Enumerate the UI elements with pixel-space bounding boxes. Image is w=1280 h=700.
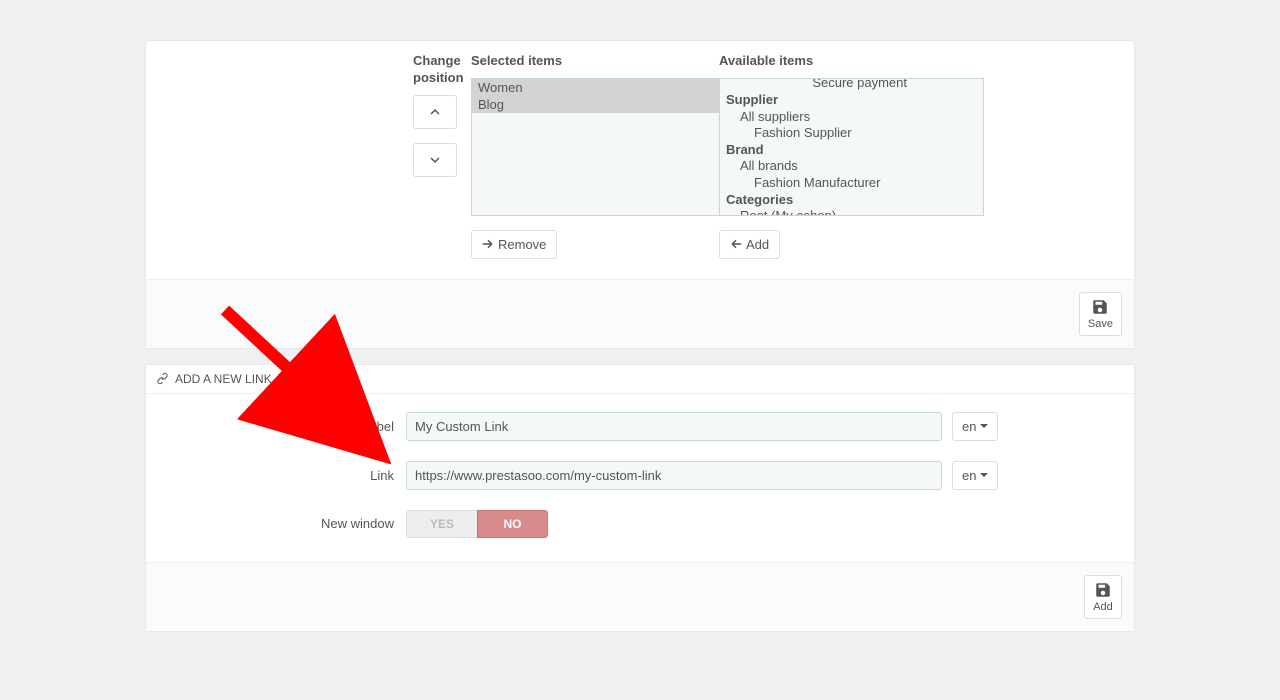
move-up-button[interactable]: [413, 95, 457, 129]
panel-footer: Add: [146, 562, 1134, 631]
available-items-header: Available items: [719, 53, 984, 70]
list-item[interactable]: All brands: [726, 158, 977, 175]
add-new-link-panel: ADD A NEW LINK Label en Link en New wind: [145, 364, 1135, 632]
available-items-list[interactable]: Secure payment Supplier All suppliers Fa…: [719, 78, 984, 216]
list-item[interactable]: Fashion Supplier: [726, 125, 977, 142]
label-field-label: Label: [166, 419, 406, 434]
panel-header: ADD A NEW LINK: [146, 365, 1134, 394]
list-item[interactable]: Secure payment: [726, 78, 977, 92]
list-item[interactable]: Supplier: [726, 91, 977, 108]
list-item[interactable]: Fashion Manufacturer: [726, 174, 977, 191]
save-icon: [1091, 298, 1109, 316]
list-item[interactable]: All suppliers: [726, 108, 977, 125]
label-language-dropdown[interactable]: en: [952, 412, 998, 441]
save-icon: [1094, 581, 1112, 599]
caret-down-icon: [980, 424, 988, 428]
link-language-dropdown[interactable]: en: [952, 461, 998, 490]
remove-button[interactable]: Remove: [471, 230, 557, 259]
move-down-button[interactable]: [413, 143, 457, 177]
panel-footer: Save: [146, 279, 1134, 348]
selected-items-header: Selected items: [471, 53, 719, 70]
save-button[interactable]: Save: [1079, 292, 1122, 336]
toggle-no[interactable]: NO: [477, 510, 548, 538]
list-item[interactable]: Categories: [726, 191, 977, 208]
link-field-label: Link: [166, 468, 406, 483]
list-item[interactable]: Root (My eshop): [726, 208, 977, 216]
selected-items-list[interactable]: Women Blog: [471, 78, 719, 216]
label-input[interactable]: [406, 412, 942, 441]
caret-down-icon: [980, 473, 988, 477]
add-button[interactable]: Add: [719, 230, 780, 259]
list-item[interactable]: Brand: [726, 141, 977, 158]
arrow-left-icon: [730, 238, 742, 250]
chevron-up-icon: [429, 106, 441, 118]
link-input[interactable]: [406, 461, 942, 490]
list-item[interactable]: Blog: [472, 96, 719, 113]
link-icon: [156, 372, 169, 385]
change-position-header: Change position: [413, 53, 469, 87]
arrow-right-icon: [482, 238, 494, 250]
new-window-label: New window: [166, 516, 406, 531]
toggle-yes[interactable]: YES: [406, 510, 477, 538]
chevron-down-icon: [429, 154, 441, 166]
menu-items-panel: Change position Selected items Women Blo…: [145, 40, 1135, 349]
new-window-toggle[interactable]: YES NO: [406, 510, 548, 538]
add-link-button[interactable]: Add: [1084, 575, 1122, 619]
list-item[interactable]: Women: [472, 79, 719, 96]
